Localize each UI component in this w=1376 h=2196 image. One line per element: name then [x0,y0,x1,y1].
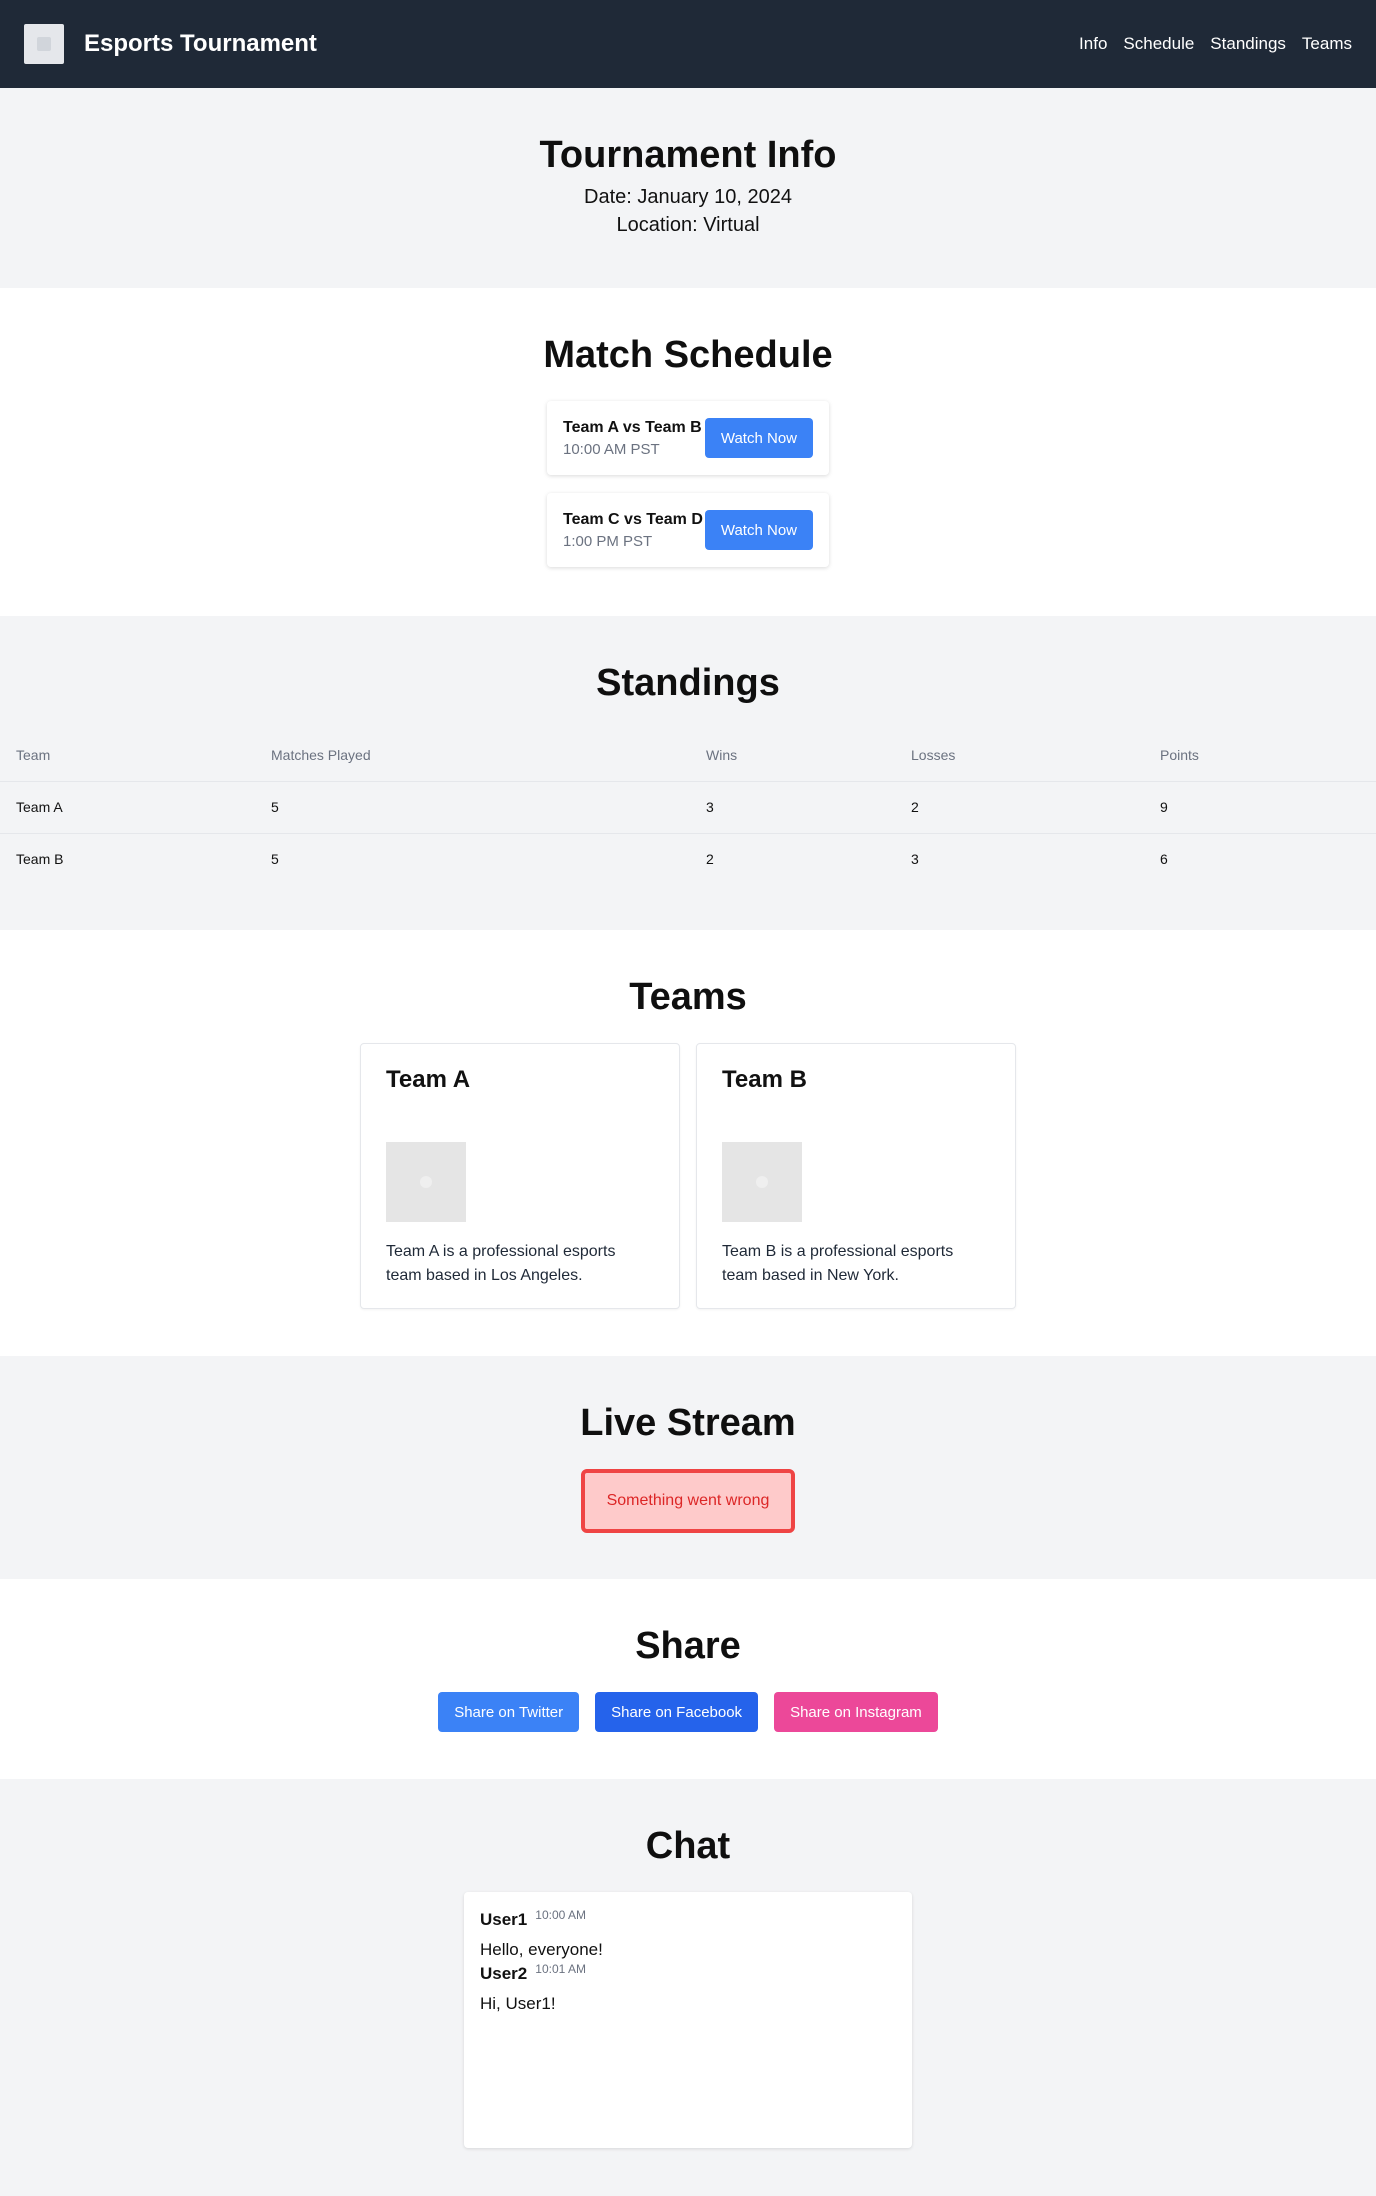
watch-now-button[interactable]: Watch Now [704,418,813,458]
share-twitter-button[interactable]: Share on Twitter [438,1692,580,1732]
section-title: Teams [629,976,747,1018]
team-card: Team A Team A is a professional esports … [360,1043,680,1309]
share-instagram-button[interactable]: Share on Instagram [774,1692,938,1732]
match-card: Team C vs Team D 1:00 PM PST Watch Now [547,493,829,567]
section-title: Live Stream [580,1402,796,1444]
match-time: 10:00 AM PST [563,440,660,458]
table-row: Team B 5 2 3 6 [0,833,1376,885]
team-logo-image [722,1142,802,1222]
match-title: Team C vs Team D [563,510,703,528]
message-timestamp: 10:00 AM [535,1908,586,1922]
cell-matches-played: 5 [255,781,690,834]
match-time: 1:00 PM PST [563,532,653,550]
match-title: Team A vs Team B [563,418,702,436]
cell-points: 9 [1144,781,1376,834]
chat-message: User2 10:01 AM Hi, User1! [480,1962,896,2014]
message-text: Hi, User1! [480,1994,556,2013]
section-title: Standings [596,662,780,704]
cell-matches-played: 5 [271,851,279,868]
team-name: Team A [386,1066,471,1093]
team-logo-image [386,1142,466,1222]
chat-messages[interactable]: User1 10:00 AM Hello, everyone! User2 10… [464,1892,912,2148]
column-header-matches-played: Matches Played [255,729,690,782]
site-title: Esports Tournament [84,30,317,57]
chat-message: User1 10:00 AM Hello, everyone! [480,1908,896,1960]
cell-team: Team A [0,781,255,834]
nav-link-info[interactable]: Info [1079,34,1107,54]
team-description: Team B is a professional esports team ba… [722,1243,954,1284]
tournament-date: Date: January 10, 2024 [584,186,792,208]
share-facebook-button[interactable]: Share on Facebook [595,1692,759,1732]
image-placeholder-icon [756,1176,768,1188]
tournament-info-section: Tournament Info Date: January 10, 2024 L… [0,88,1376,288]
logo-image[interactable] [24,24,64,64]
nav-link-standings[interactable]: Standings [1210,34,1286,54]
column-header-points: Points [1144,729,1376,782]
teams-section: Teams Team A Team A is a professional es… [0,930,1376,1356]
cell-losses: 2 [895,781,1144,834]
cell-losses: 3 [911,851,919,868]
match-card: Team A vs Team B 10:00 AM PST Watch Now [547,401,829,475]
share-section: Share Share on Twitter Share on Facebook… [0,1579,1376,1779]
message-username: User1 [480,1910,528,1929]
cell-wins: 2 [706,851,714,868]
nav-link-schedule[interactable]: Schedule [1123,34,1194,54]
section-title: Chat [645,1825,731,1867]
match-schedule-section: Match Schedule Team A vs Team B 10:00 AM… [0,288,1376,616]
chat-section: Chat User1 10:00 AM Hello, everyone! Use… [0,1779,1376,2196]
section-title: Tournament Info [539,134,837,176]
team-name: Team B [722,1066,807,1093]
standings-table: Team Matches Played Wins Losses Points T… [0,729,1376,885]
column-header-wins: Wins [690,729,895,782]
cell-wins: 3 [690,781,895,834]
column-header-team: Team [0,729,255,782]
share-buttons: Share on Twitter Share on Facebook Share… [0,1692,1376,1732]
live-stream-section: Live Stream Something went wrong [0,1356,1376,1579]
nav-link-teams[interactable]: Teams [1302,34,1352,54]
cell-team: Team B [16,851,64,868]
team-card: Team B Team B is a professional esports … [696,1043,1016,1309]
standings-section: Standings Team Matches Played Wins Losse… [0,616,1376,930]
stream-error-message: Something went wrong [581,1469,795,1533]
column-header-losses: Losses [895,729,1144,782]
team-description: Team A is a professional esports team ba… [386,1243,616,1284]
brand: Esports Tournament [24,24,317,64]
section-title: Match Schedule [543,334,833,376]
image-placeholder-icon [420,1176,432,1188]
image-placeholder-icon [37,37,51,51]
message-timestamp: 10:01 AM [535,1962,586,1976]
site-header: Esports Tournament Info Schedule Standin… [0,0,1376,88]
watch-now-button[interactable]: Watch Now [704,510,813,550]
team-grid: Team A Team A is a professional esports … [0,1043,1376,1309]
cell-points: 6 [1160,851,1168,868]
main-nav: Info Schedule Standings Teams [1079,34,1352,54]
table-row: Team A 5 3 2 9 [0,781,1376,834]
table-header-row: Team Matches Played Wins Losses Points [0,729,1376,782]
message-username: User2 [480,1964,528,1983]
section-title: Share [635,1625,741,1667]
message-text: Hello, everyone! [480,1940,603,1959]
tournament-location: Location: Virtual [616,214,760,236]
